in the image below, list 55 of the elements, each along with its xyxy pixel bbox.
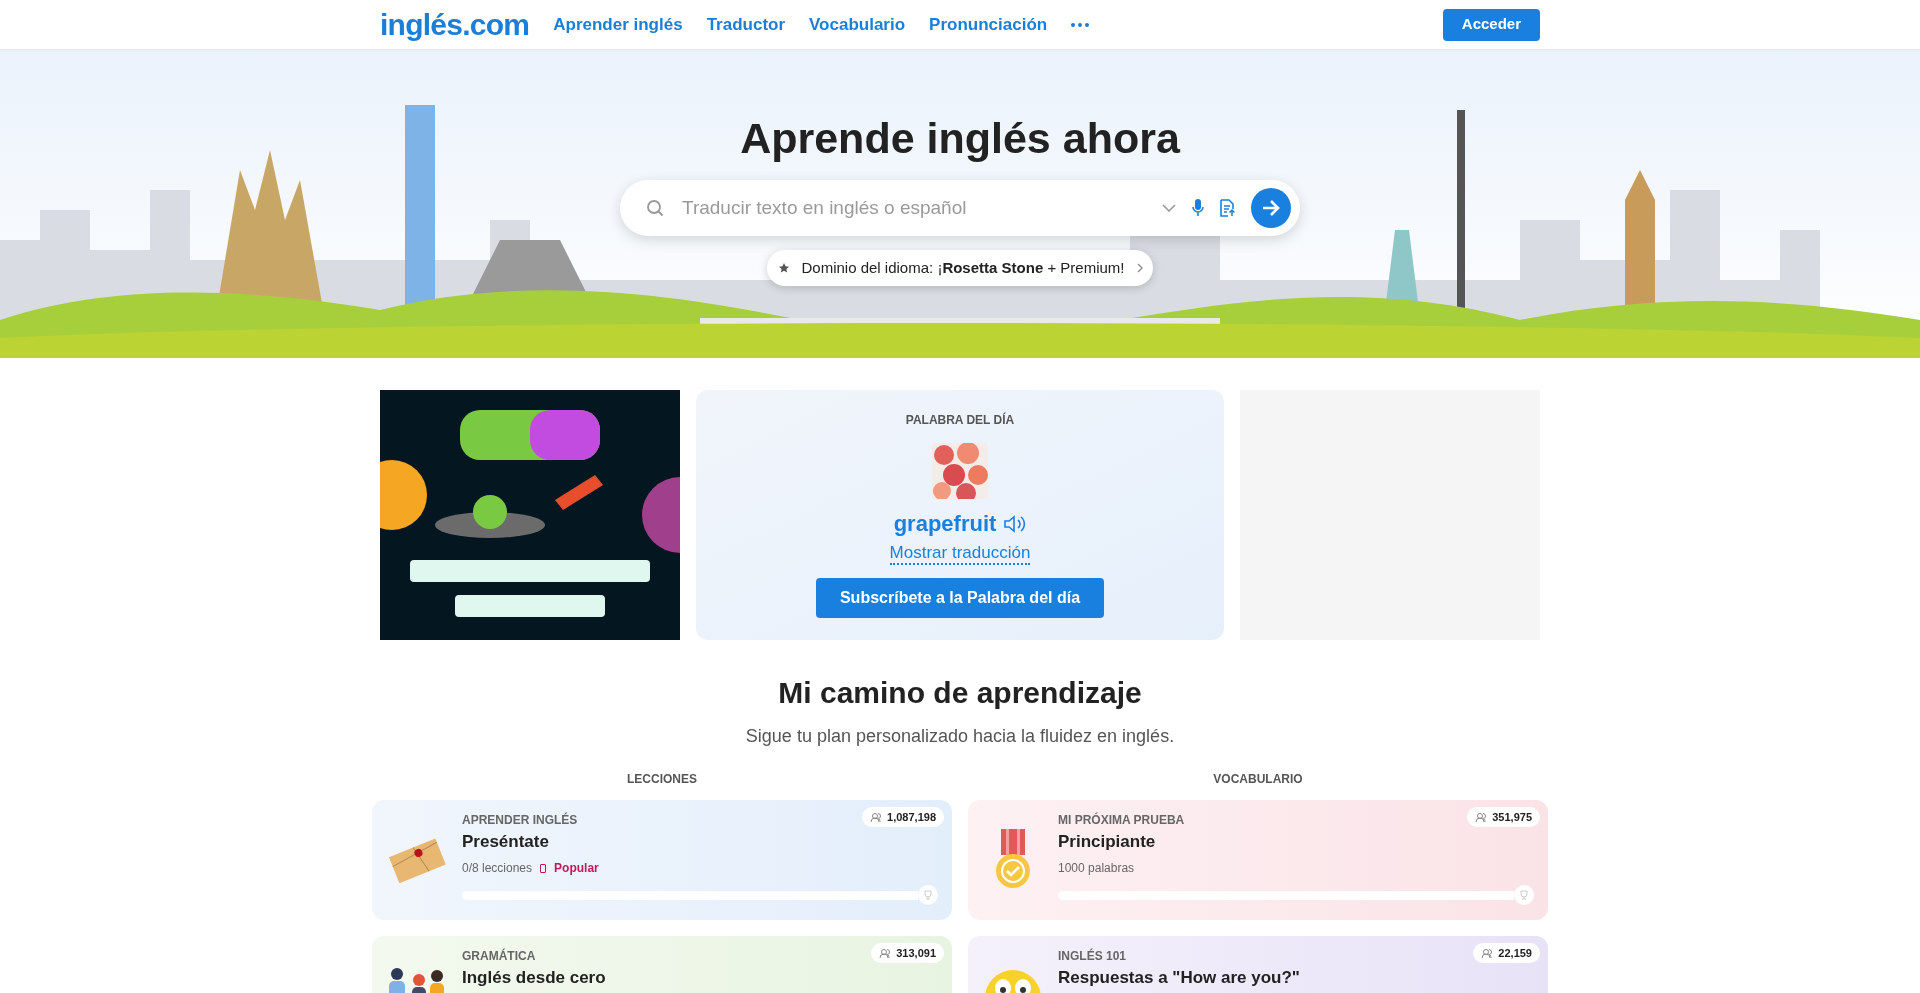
course-card[interactable]: MI PRÓXIMA PRUEBA Principiante 1000 palabras 351,975 xyxy=(968,800,1548,920)
subscribe-button[interactable]: Subscríbete a la Palabra del día xyxy=(815,578,1105,619)
section-label: PALABRA DEL DÍA xyxy=(905,411,1015,429)
more-icon xyxy=(1071,22,1090,27)
users-icon xyxy=(879,947,892,959)
card-title: Inglés desde cero xyxy=(462,968,606,988)
card-detail: 1000 palabras xyxy=(1058,860,1135,877)
trophy-icon xyxy=(1514,885,1534,905)
site-logo[interactable]: inglés.com xyxy=(380,9,530,40)
card-title: Respuestas a "How are you?" xyxy=(1058,968,1300,988)
users-icon xyxy=(1481,947,1494,959)
nav-link[interactable]: Aprender inglés xyxy=(553,11,683,38)
course-card[interactable]: GRAMÁTICA Inglés desde cero 313,091 xyxy=(372,936,952,993)
card-category: APRENDER INGLÉS xyxy=(462,812,578,828)
users-icon xyxy=(870,811,883,823)
learner-count: 1,087,198 xyxy=(887,809,936,825)
chevron-right-icon xyxy=(1136,262,1143,273)
column-heading: VOCABULARIO xyxy=(1213,771,1303,788)
microphone-icon[interactable] xyxy=(1192,198,1204,217)
search-icon xyxy=(646,198,664,217)
chevron-down-icon[interactable] xyxy=(1162,203,1176,212)
nav-link[interactable]: Vocabulario xyxy=(809,11,906,38)
arrow-right-icon xyxy=(1262,199,1280,216)
hero-title: Aprende inglés ahora xyxy=(740,113,1180,164)
learner-count: 313,091 xyxy=(896,945,936,961)
popular-label: Popular xyxy=(554,860,599,877)
star-icon xyxy=(779,262,790,273)
course-card[interactable]: APRENDER INGLÉS Preséntate 0/8 lecciones Popular 1,087,198 xyxy=(372,800,952,920)
card-title: Principiante xyxy=(1058,832,1156,852)
badge-icon xyxy=(540,863,547,873)
section-title: Mi camino de aprendizaje xyxy=(777,675,1143,711)
translate-button[interactable] xyxy=(1251,187,1291,228)
card-category: GRAMÁTICA xyxy=(462,948,536,964)
nav-link[interactable]: Pronunciación xyxy=(929,11,1048,38)
document-upload-icon[interactable] xyxy=(1220,198,1235,217)
column-heading: LECCIONES xyxy=(627,771,697,788)
login-button[interactable]: Acceder xyxy=(1442,8,1540,41)
word-text: grapefruit xyxy=(893,510,997,538)
learner-count: 22,159 xyxy=(1498,945,1532,961)
learner-count: 351,975 xyxy=(1492,809,1532,825)
card-title: Preséntate xyxy=(462,832,549,852)
search-field[interactable]: Traducir texto en inglés o español xyxy=(620,179,1300,236)
trophy-icon xyxy=(918,885,938,905)
promo-link[interactable]: Dominio del idioma: ¡Rosetta Stone + Premium! xyxy=(767,249,1153,286)
nav-link[interactable]: Traductor xyxy=(706,11,786,38)
card-category: INGLÉS 101 xyxy=(1058,948,1127,964)
card-detail: 0/8 lecciones xyxy=(462,860,533,877)
course-card[interactable]: INGLÉS 101 Respuestas a "How are you?" 22,159 xyxy=(968,936,1548,993)
card-category: MI PRÓXIMA PRUEBA xyxy=(1058,812,1185,828)
users-icon xyxy=(1475,811,1488,823)
medal-icon xyxy=(995,829,1031,891)
show-translation-link[interactable]: Mostrar traducción xyxy=(889,542,1031,566)
speaker-icon[interactable] xyxy=(1004,514,1027,533)
search-input[interactable]: Traducir texto en inglés o español xyxy=(682,193,1162,222)
section-subtitle: Sigue tu plan personalizado hacia la fluidez en inglés. xyxy=(744,725,1176,748)
